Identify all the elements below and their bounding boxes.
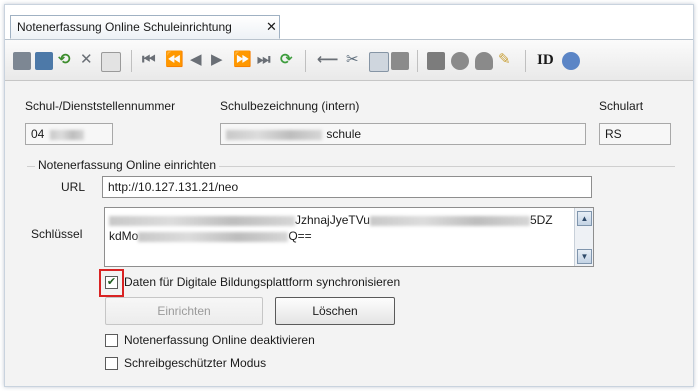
scroll-up-icon[interactable]: ▲ [577, 211, 592, 226]
sync-checkbox[interactable]: ✔ [105, 276, 118, 289]
toolbar-separator [131, 50, 132, 72]
toolbar-separator [305, 50, 306, 72]
help-icon[interactable] [562, 52, 580, 70]
window-frame: Notenerfassung Online Schuleinrichtung ✕… [4, 4, 694, 387]
school-type-field[interactable]: RS [599, 123, 671, 145]
last-icon[interactable]: ⏭ [257, 50, 271, 70]
redacted-text [226, 129, 322, 140]
key-textarea[interactable]: JzhnajJyeTVu 5DZ kdMo Q== ▲ ▼ [104, 207, 594, 267]
delete-button[interactable]: Löschen [275, 297, 395, 325]
toolbar-separator [417, 50, 418, 72]
school-number-value: 04 [31, 127, 45, 141]
url-value: http://10.127.131.21/neo [108, 180, 239, 194]
key-line1-visible: JzhnajJyeTVu [295, 213, 370, 227]
copy-icon[interactable] [369, 52, 389, 72]
print-preview-icon[interactable] [451, 52, 469, 70]
key-line2-end: Q== [288, 229, 312, 243]
toolbar-separator [525, 50, 526, 72]
school-number-field[interactable]: 04 [25, 123, 113, 145]
properties-icon[interactable] [101, 52, 121, 72]
url-label: URL [61, 180, 86, 194]
next-page-icon[interactable]: ⏩ [233, 50, 252, 70]
undo-icon[interactable]: ⟲ [58, 50, 71, 70]
next-icon[interactable]: ▶ [211, 50, 223, 70]
readonly-label: Schreibgeschützter Modus [124, 356, 267, 370]
group-title: Notenerfassung Online einrichten [35, 158, 220, 172]
pin-icon[interactable] [475, 52, 493, 70]
clear-icon[interactable]: ✎ [498, 50, 511, 70]
new-record-icon[interactable] [13, 52, 31, 70]
school-number-label: Schul-/Dienststellennummer [25, 99, 176, 113]
tab-strip: Notenerfassung Online Schuleinrichtung ✕ [5, 5, 693, 40]
previous-page-icon[interactable]: ⏪ [165, 50, 184, 70]
delete-icon[interactable]: ✕ [80, 50, 93, 70]
redacted-text [369, 215, 530, 226]
url-input[interactable]: http://10.127.131.21/neo [102, 176, 592, 198]
tab-notenerfassung[interactable]: Notenerfassung Online Schuleinrichtung ✕ [10, 15, 280, 39]
save-icon[interactable] [35, 52, 53, 70]
school-name-value: schule [326, 127, 362, 141]
setup-button[interactable]: Einrichten [105, 297, 263, 325]
tab-close-icon[interactable]: ✕ [266, 19, 277, 35]
scroll-down-icon[interactable]: ▼ [577, 249, 592, 264]
school-name-label: Schulbezeichnung (intern) [220, 99, 360, 113]
readonly-checkbox[interactable] [105, 357, 118, 370]
school-type-label: Schulart [599, 99, 644, 113]
back-arrow-icon[interactable]: ⟵ [317, 50, 339, 70]
school-name-field[interactable]: schule [220, 123, 586, 145]
key-line1-end: 5DZ [529, 213, 553, 227]
key-scrollbar[interactable]: ▲ ▼ [574, 208, 593, 266]
tab-title: Notenerfassung Online Schuleinrichtung [17, 20, 232, 34]
key-line2-start: kdMo [109, 229, 139, 243]
key-label: Schlüssel [31, 227, 83, 241]
previous-icon[interactable]: ◀ [190, 50, 202, 70]
deactivate-checkbox[interactable] [105, 334, 118, 347]
refresh-icon[interactable]: ⟳ [280, 50, 293, 70]
sync-label: Daten für Digitale Bildungsplattform syn… [124, 275, 401, 289]
redacted-text [138, 231, 289, 242]
paste-icon[interactable] [391, 52, 409, 70]
deactivate-label: Notenerfassung Online deaktivieren [124, 333, 315, 347]
redacted-text [109, 215, 295, 226]
first-icon[interactable]: ⏮ [142, 50, 156, 70]
print-icon[interactable] [427, 52, 445, 70]
cut-icon[interactable]: ✂ [346, 50, 359, 70]
toolbar: ⟲ ✕ ⏮ ⏪ ◀ ▶ ⏩ ⏭ ⟳ ⟵ ✂ ✎ ID [5, 40, 693, 81]
school-type-value: RS [605, 127, 622, 141]
id-icon[interactable]: ID [537, 50, 554, 70]
key-line-1: JzhnajJyeTVu 5DZ [109, 212, 569, 228]
checkmark-icon: ✔ [106, 276, 117, 288]
redacted-text [49, 129, 84, 140]
key-content: JzhnajJyeTVu 5DZ kdMo Q== [109, 212, 569, 244]
key-line-2: kdMo Q== [109, 228, 569, 244]
